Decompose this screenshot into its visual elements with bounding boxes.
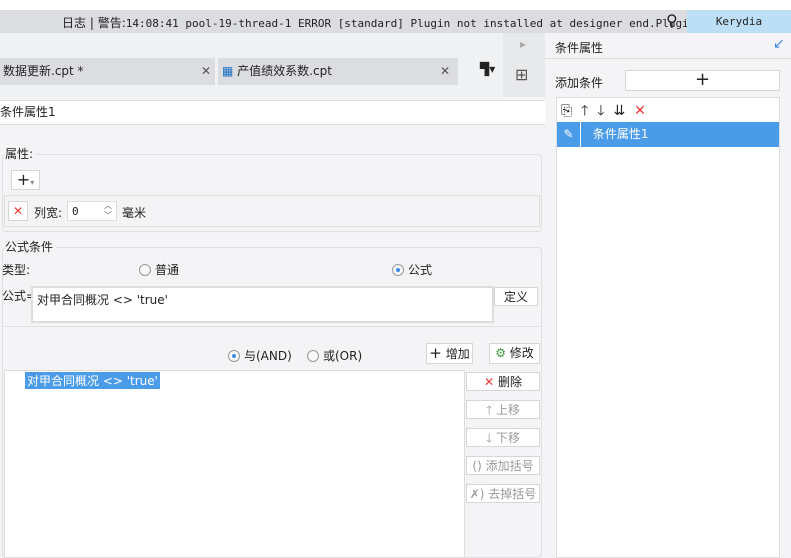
- formula-input[interactable]: 对甲合同概况 <> 'true': [31, 286, 494, 323]
- close-icon[interactable]: ✕: [201, 58, 211, 85]
- cell-attr-icon[interactable]: ⊞: [515, 65, 528, 84]
- delete-button[interactable]: ✕ 删除: [466, 372, 540, 391]
- column-width-label: 列宽:: [34, 206, 63, 220]
- radio-label: 普通: [155, 263, 180, 277]
- tab-label: 产值绩效系数.cpt: [237, 64, 332, 78]
- gear-icon: ⚙: [495, 346, 506, 360]
- column-width-stepper[interactable]: ︿ ﹀: [104, 201, 112, 221]
- delete-attribute-button[interactable]: ✕: [8, 201, 28, 221]
- condition-item[interactable]: 对甲合同概况 <> 'true': [25, 372, 160, 389]
- search-icon[interactable]: ⚲: [666, 11, 678, 30]
- modify-button[interactable]: ⚙ 修改: [489, 343, 540, 364]
- radio-label: 或(OR): [323, 349, 363, 363]
- delete-icon[interactable]: ✕: [634, 103, 646, 119]
- tab-data-update[interactable]: 数据更新.cpt * ✕: [0, 58, 215, 85]
- condition-editor: 条件属性1 属性: +▾ ✕ 列宽: 0 ︿ ﹀ 毫米 公式条件 类型: 普通 公…: [0, 97, 545, 558]
- move-down-icon[interactable]: 🡓: [597, 103, 604, 119]
- add-bracket-button[interactable]: () 添加括号: [466, 456, 540, 475]
- tab-list-icon[interactable]: ▜▾: [480, 62, 495, 76]
- radio-and[interactable]: 与(AND): [228, 347, 292, 364]
- warning-label: 警告:: [97, 16, 126, 30]
- radio-normal[interactable]: 普通: [139, 261, 179, 278]
- button-label: 增加: [445, 347, 470, 361]
- move-down-button[interactable]: 🡓 下移: [466, 428, 540, 447]
- condition-list[interactable]: 对甲合同概况 <> 'true': [4, 370, 465, 558]
- status-bar: 日志 | 警告:14:08:41 pool-19-thread-1 ERROR …: [0, 10, 791, 33]
- edit-arrow-icon[interactable]: ↙: [773, 36, 785, 52]
- button-label: 上移: [496, 403, 521, 417]
- radio-label: 与(AND): [244, 349, 292, 363]
- close-icon[interactable]: ✕: [440, 58, 450, 85]
- radio-or[interactable]: 或(OR): [307, 347, 362, 364]
- move-up-button[interactable]: 🡑 上移: [466, 400, 540, 419]
- report-icon: ▦: [222, 64, 234, 78]
- move-up-icon[interactable]: 🡑: [581, 103, 588, 119]
- user-name[interactable]: Kerydia: [687, 10, 791, 33]
- condition-title: 条件属性1: [0, 100, 545, 125]
- divider: [4, 326, 540, 327]
- divider: [545, 58, 791, 59]
- radio-label: 公式: [408, 263, 433, 277]
- panel-title: 条件属性: [555, 41, 604, 55]
- bracket-icon: (): [472, 459, 482, 473]
- condition-list-box: ⎘ 🡑 🡓 ⇊ ✕ ✎ 条件属性1: [556, 97, 780, 558]
- button-label: 下移: [496, 431, 521, 445]
- type-label: 类型:: [2, 263, 31, 277]
- log-message[interactable]: 日志 | 警告:14:08:41 pool-19-thread-1 ERROR …: [62, 14, 709, 31]
- separator: |: [89, 16, 94, 30]
- warning-message: 14:08:41 pool-19-thread-1 ERROR [standar…: [125, 17, 709, 30]
- radio-formula[interactable]: 公式: [392, 261, 432, 278]
- pencil-icon: ✎: [557, 122, 581, 147]
- add-attribute-button[interactable]: +▾: [11, 170, 40, 190]
- remove-bracket-icon: ✗): [469, 487, 485, 501]
- button-label: 修改: [509, 346, 534, 360]
- column-width-value: 0: [72, 205, 79, 218]
- expand-arrow-icon[interactable]: ▸: [520, 37, 526, 51]
- move-bottom-icon[interactable]: ⇊: [613, 103, 625, 119]
- tab-label: 数据更新.cpt *: [3, 64, 84, 78]
- arrow-up-icon: 🡑: [485, 403, 493, 417]
- button-label: 添加括号: [485, 459, 534, 473]
- add-condition-button[interactable]: + 增加: [426, 343, 473, 364]
- formula-legend: 公式条件: [5, 238, 57, 255]
- button-label: 删除: [497, 375, 522, 389]
- attributes-legend: 属性:: [5, 145, 37, 162]
- delete-icon: ✕: [484, 375, 495, 389]
- side-strip: ▸ ⊞: [503, 33, 545, 97]
- arrow-down-icon: 🡓: [485, 431, 493, 445]
- define-button[interactable]: 定义: [494, 287, 538, 306]
- condition-panel: 条件属性 ↙ 添加条件 + ⎘ 🡑 🡓 ⇊ ✕ ✎ 条件属性1: [545, 33, 791, 558]
- formula-value: 对甲合同概况 <> 'true': [37, 293, 168, 307]
- add-condition-label: 添加条件: [555, 76, 604, 90]
- condition-list-item[interactable]: ✎ 条件属性1: [557, 122, 779, 147]
- copy-icon[interactable]: ⎘: [561, 103, 572, 119]
- add-condition-plus-button[interactable]: +: [625, 70, 780, 91]
- plus-icon: +: [429, 344, 442, 362]
- remove-bracket-button[interactable]: ✗) 去掉括号: [466, 484, 540, 503]
- tab-performance[interactable]: ▦ 产值绩效系数.cpt ✕: [218, 58, 458, 85]
- unit-label: 毫米: [122, 206, 147, 220]
- item-label: 条件属性1: [592, 127, 649, 141]
- button-label: 去掉括号: [488, 487, 537, 501]
- log-label: 日志: [62, 16, 87, 30]
